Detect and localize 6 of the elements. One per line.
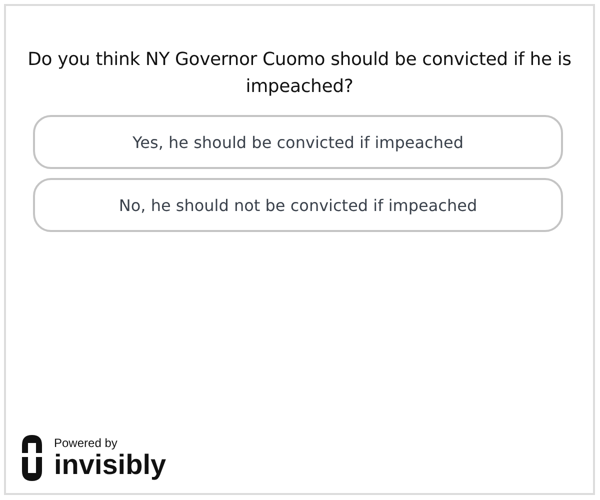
- answer-option[interactable]: Yes, he should be convicted if impeached: [33, 115, 563, 169]
- brand-name: invisibly: [54, 450, 166, 480]
- answer-option[interactable]: No, he should not be convicted if impeached: [33, 178, 563, 232]
- poll-question: Do you think NY Governor Cuomo should be convicted if he is impeached?: [26, 48, 572, 99]
- powered-by-label: Powered by: [54, 436, 118, 450]
- logo-icon: [22, 435, 42, 481]
